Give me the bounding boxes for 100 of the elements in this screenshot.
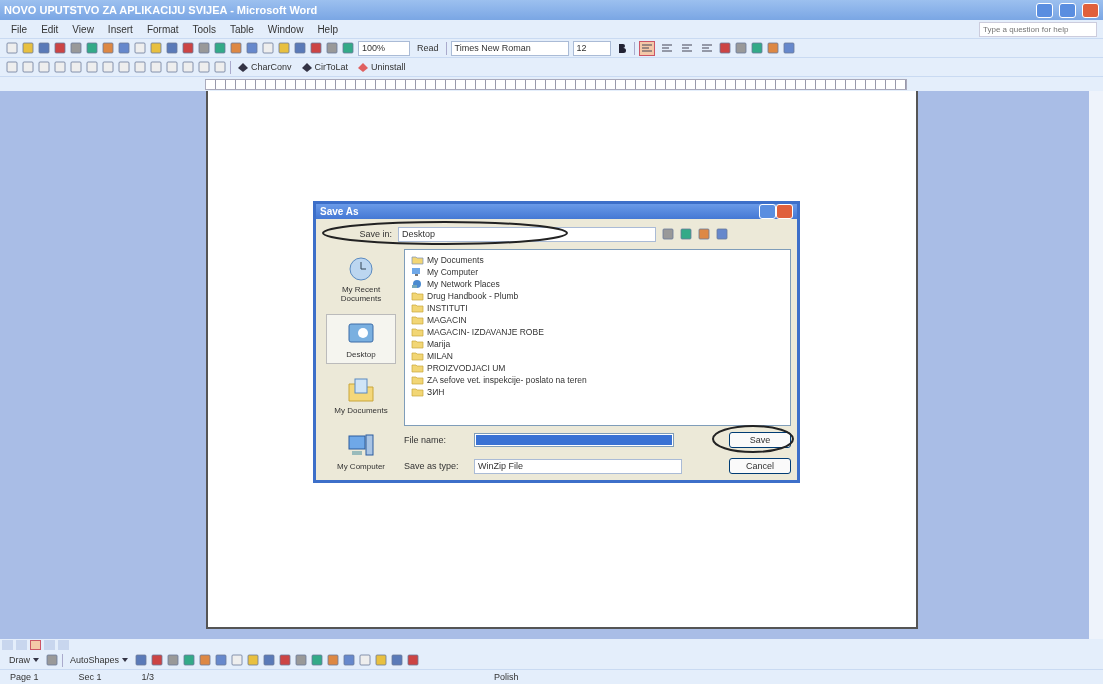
toolbar-icon[interactable] bbox=[70, 42, 82, 54]
toolbar-icon[interactable] bbox=[750, 42, 763, 54]
places-bar-item[interactable]: My Computer bbox=[326, 426, 396, 476]
toolbar-icon[interactable] bbox=[231, 654, 244, 666]
toolbar-icon[interactable] bbox=[359, 654, 372, 666]
toolbar-icon[interactable] bbox=[166, 61, 178, 73]
list-entry[interactable]: My Documents bbox=[427, 254, 484, 265]
places-bar-item[interactable]: Desktop bbox=[326, 314, 396, 364]
addin-button[interactable]: CharConv bbox=[235, 59, 295, 75]
toolbar-icon[interactable] bbox=[54, 61, 66, 73]
list-entry[interactable]: MAGACIN- IZDAVANJE ROBE bbox=[427, 326, 544, 337]
toolbar-icon[interactable] bbox=[70, 61, 82, 73]
list-entry[interactable]: My Computer bbox=[427, 266, 478, 277]
toolbar-icon[interactable] bbox=[46, 654, 58, 666]
toolbar-icon[interactable] bbox=[182, 61, 194, 73]
list-entry[interactable]: ЗИН bbox=[427, 386, 445, 397]
list-entry[interactable]: MILAN bbox=[427, 350, 453, 361]
toolbar-icon[interactable] bbox=[263, 654, 276, 666]
toolbar-icon[interactable] bbox=[327, 654, 340, 666]
zoom-combo[interactable]: 100% bbox=[358, 40, 410, 56]
toolbar-icon[interactable] bbox=[183, 654, 196, 666]
toolbar-icon[interactable] bbox=[326, 42, 338, 54]
draw-menu-button[interactable]: Draw bbox=[6, 652, 42, 668]
menu-item[interactable]: Format bbox=[141, 23, 184, 35]
toolbar-icon[interactable] bbox=[295, 654, 308, 666]
toolbar-icon[interactable] bbox=[166, 42, 178, 54]
menu-item[interactable]: Insert bbox=[102, 23, 138, 35]
toolbar-icon[interactable] bbox=[150, 42, 162, 54]
list-entry[interactable]: Drug Handbook - Plumb bbox=[427, 290, 519, 301]
list-entry[interactable]: Marija bbox=[427, 338, 451, 349]
toolbar-icon[interactable] bbox=[134, 42, 146, 54]
toolbar-icon[interactable] bbox=[680, 228, 692, 240]
toolbar-icon[interactable] bbox=[198, 42, 210, 54]
toolbar-icon[interactable] bbox=[38, 42, 50, 54]
toolbar-icon[interactable] bbox=[22, 61, 34, 73]
list-entry[interactable]: ZA sefove vet. inspekcije- poslato na teren bbox=[427, 374, 587, 385]
align-button[interactable] bbox=[638, 40, 655, 56]
toolbar-icon[interactable] bbox=[150, 61, 162, 73]
toolbar-icon[interactable] bbox=[199, 654, 212, 666]
menu-item[interactable]: File bbox=[6, 23, 33, 35]
toolbar-icon[interactable] bbox=[214, 61, 226, 73]
toolbar-icon[interactable] bbox=[102, 42, 114, 54]
list-entry[interactable]: My Network Places bbox=[427, 278, 500, 289]
save-in-combo[interactable]: Desktop bbox=[398, 226, 656, 242]
view-button[interactable] bbox=[30, 640, 41, 650]
toolbar-icon[interactable] bbox=[311, 654, 324, 666]
toolbar-icon[interactable] bbox=[118, 42, 130, 54]
toolbar-icon[interactable] bbox=[135, 654, 148, 666]
toolbar-icon[interactable] bbox=[198, 61, 210, 73]
toolbar-icon[interactable] bbox=[716, 228, 728, 240]
menu-item[interactable]: Tools bbox=[187, 23, 221, 35]
list-entry[interactable]: PROIZVODJACI UM bbox=[427, 362, 506, 373]
toolbar-icon[interactable] bbox=[247, 654, 260, 666]
menu-item[interactable]: Help bbox=[312, 23, 343, 35]
addin-button[interactable]: CirToLat bbox=[298, 59, 352, 75]
toolbar-icon[interactable] bbox=[391, 654, 404, 666]
read-button[interactable]: Read bbox=[414, 40, 442, 56]
vertical-scrollbar[interactable] bbox=[1089, 91, 1103, 639]
toolbar-icon[interactable] bbox=[294, 42, 306, 54]
toolbar-icon[interactable] bbox=[262, 42, 274, 54]
toolbar-icon[interactable] bbox=[167, 654, 180, 666]
toolbar-icon[interactable] bbox=[215, 654, 228, 666]
autoshapes-menu-button[interactable]: AutoShapes bbox=[67, 652, 132, 668]
toolbar-icon[interactable] bbox=[86, 42, 98, 54]
list-entry[interactable]: MAGACIN bbox=[427, 314, 467, 325]
cancel-button[interactable]: Cancel bbox=[729, 458, 791, 474]
save-type-combo[interactable]: WinZip File bbox=[474, 458, 682, 474]
places-bar-item[interactable]: My Documents bbox=[326, 370, 396, 420]
minimize-button[interactable] bbox=[1036, 2, 1053, 18]
toolbar-icon[interactable] bbox=[182, 42, 194, 54]
places-bar-item[interactable]: My Recent Documents bbox=[326, 249, 396, 308]
toolbar-icon[interactable] bbox=[38, 61, 50, 73]
help-search-field[interactable]: Type a question for help bbox=[979, 21, 1097, 37]
menu-item[interactable]: View bbox=[67, 23, 99, 35]
close-button[interactable] bbox=[1082, 2, 1099, 18]
toolbar-icon[interactable] bbox=[766, 42, 779, 54]
addin-button[interactable]: Uninstall bbox=[355, 59, 409, 75]
toolbar-icon[interactable] bbox=[151, 654, 164, 666]
toolbar-icon[interactable] bbox=[134, 61, 146, 73]
toolbar-icon[interactable] bbox=[279, 654, 292, 666]
toolbar-icon[interactable] bbox=[6, 42, 18, 54]
file-name-field[interactable] bbox=[474, 433, 674, 447]
toolbar-icon[interactable] bbox=[118, 61, 130, 73]
toolbar-icon[interactable] bbox=[342, 42, 354, 54]
list-entry[interactable]: INSTITUTI bbox=[427, 302, 468, 313]
menu-item[interactable]: Window bbox=[262, 23, 309, 35]
toolbar-icon[interactable] bbox=[407, 654, 420, 666]
toolbar-icon[interactable] bbox=[102, 61, 114, 73]
menu-item[interactable]: Edit bbox=[36, 23, 64, 35]
toolbar-icon[interactable] bbox=[214, 42, 226, 54]
toolbar-icon[interactable] bbox=[734, 42, 747, 54]
maximize-button[interactable] bbox=[1059, 2, 1076, 18]
toolbar-icon[interactable] bbox=[782, 42, 795, 54]
toolbar-icon[interactable] bbox=[718, 42, 731, 54]
save-button[interactable]: Save bbox=[729, 432, 791, 448]
font-combo[interactable]: Times New Roman bbox=[450, 40, 569, 56]
toolbar-icon[interactable] bbox=[662, 228, 674, 240]
toolbar-icon[interactable] bbox=[698, 228, 710, 240]
toolbar-icon[interactable] bbox=[375, 654, 388, 666]
toolbar-icon[interactable] bbox=[6, 61, 18, 73]
